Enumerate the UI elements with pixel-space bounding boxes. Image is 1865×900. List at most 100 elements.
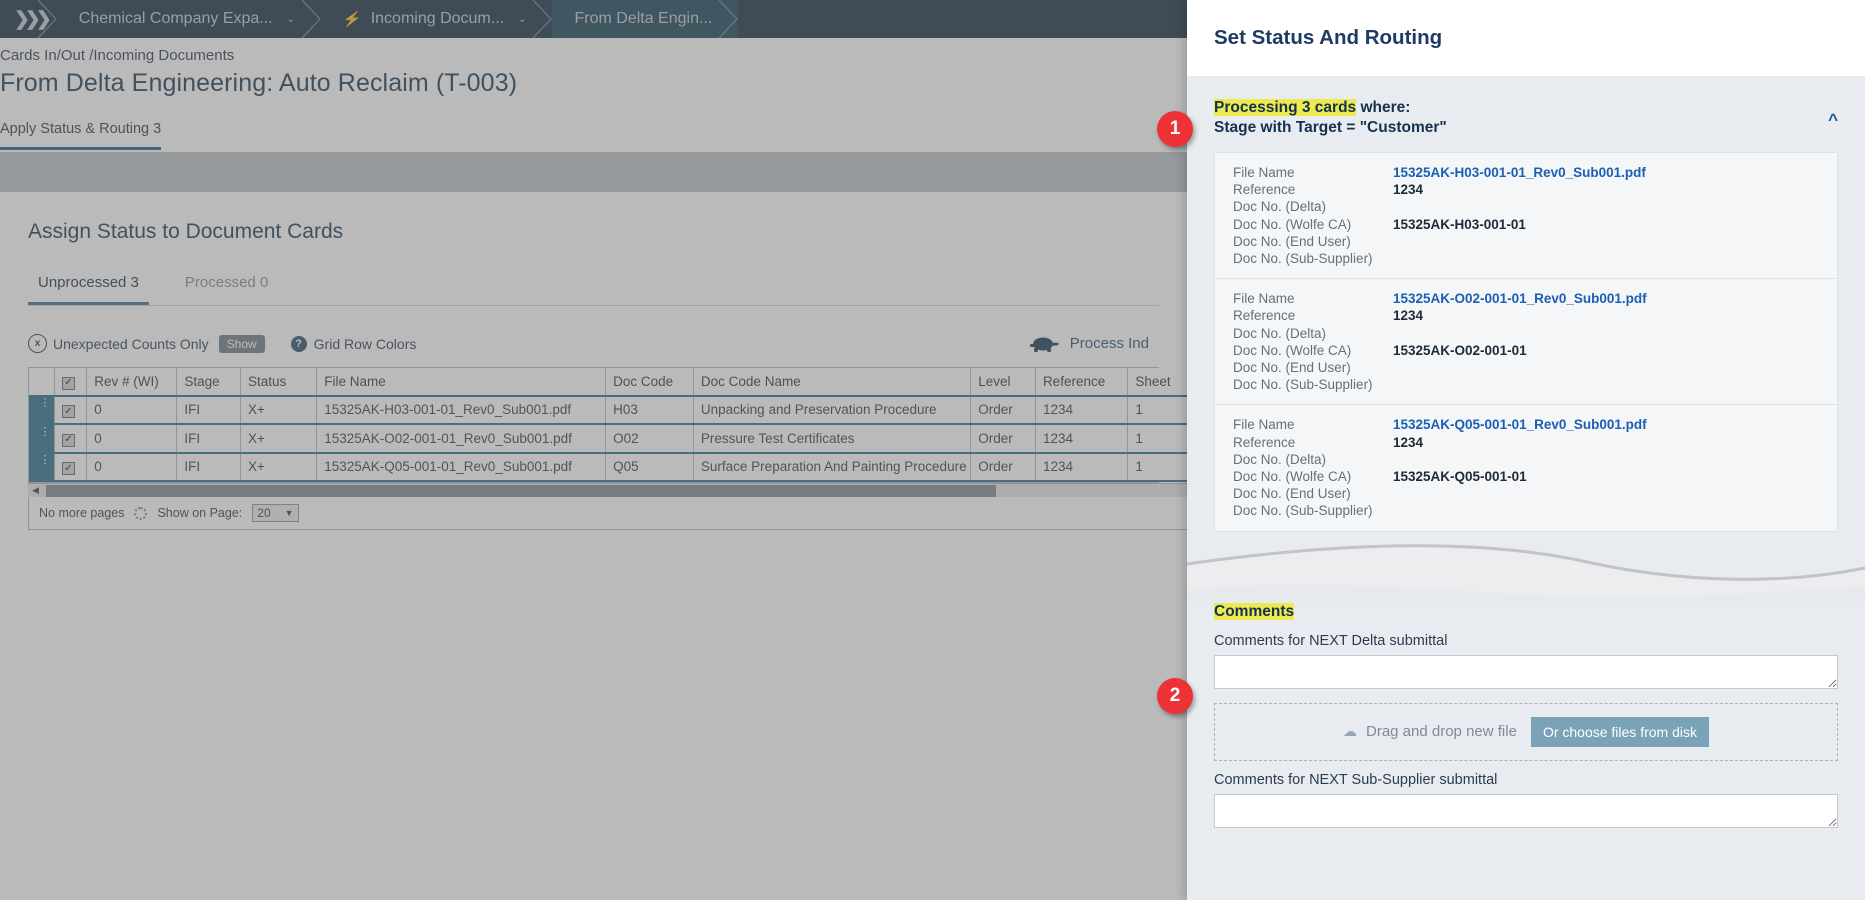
cell-level: Order [970,451,1036,482]
choose-files-button[interactable]: Or choose files from disk [1530,716,1709,747]
delta-comments-input[interactable] [1214,654,1838,689]
cell-level: Order [970,423,1036,454]
row-checkbox[interactable]: ✓ [61,433,75,447]
th-doc-code[interactable]: Doc Code [605,368,694,396]
th-sheet[interactable]: Sheet [1127,368,1187,396]
unexpected-counts-label: Unexpected Counts Only [53,335,209,352]
row-drag-handle[interactable]: ⋮ [29,451,55,482]
scrollbar-thumb[interactable] [46,485,996,497]
table-body: ⋮ ✓ 0 IFI X+ 15325AK-H03-001-01_Rev0_Sub… [29,394,1187,482]
breadcrumb-item-incoming-documents[interactable]: ⚡ Incoming Docum... ⌄ [321,0,553,38]
value-file-name[interactable]: 15325AK-Q05-001-01_Rev0_Sub001.pdf [1393,416,1647,433]
document-cards-table: ✓ Rev # (WI) Stage Status File Name Doc … [29,368,1187,482]
help-icon[interactable]: ? [290,335,307,352]
show-toggle-button[interactable]: Show [218,334,265,353]
data-grid: ✓ Rev # (WI) Stage Status File Name Doc … [28,367,1187,483]
breadcrumb-item-project[interactable]: Chemical Company Expa... ⌄ [57,0,321,38]
sub-supplier-comments-input[interactable] [1214,793,1838,828]
cell-stage: IFI [176,394,241,425]
cell-sheet: 1 [1127,451,1187,482]
label-reference: Reference [1233,434,1296,450]
scroll-left-arrow[interactable]: ◀ [32,485,39,496]
chevron-up-icon[interactable]: ^ [1828,98,1838,130]
crumb-separator [533,0,553,38]
home-nav-button[interactable]: ❯❯❯ [0,0,57,38]
th-select-all[interactable]: ✓ [54,368,88,396]
cell-status: X+ [240,451,318,482]
row-checkbox-cell[interactable]: ✓ [54,451,88,482]
comments-section: Comments Comments for NEXT Delta submitt… [1187,602,1865,828]
select-all-checkbox[interactable]: ✓ [61,376,75,390]
cell-doc-code: O02 [605,423,694,454]
cell-status: X+ [240,394,318,425]
chevron-down-icon[interactable]: ▼ [285,508,294,518]
page-title: From Delta Engineering: Auto Reclaim (T-… [0,69,518,97]
breadcrumb-navbar: ❯❯❯ Chemical Company Expa... ⌄ ⚡ Incomin… [0,0,1187,38]
torn-page-divider [1187,538,1865,602]
file-dropzone[interactable]: ☁ Drag and drop new file Or choose files… [1214,702,1838,761]
breadcrumb-label: From Delta Engin... [574,10,713,27]
annotation-badge-2: 2 [1157,678,1193,714]
processing-condition: Stage with Target = "Customer" [1214,119,1447,136]
refresh-icon[interactable] [134,506,148,520]
processing-where-text: where: [1356,99,1411,116]
th-level[interactable]: Level [970,368,1036,396]
doc-card: File Name 15325AK-O02-001-01_Rev0_Sub001.… [1215,279,1837,406]
row-checkbox-cell[interactable]: ✓ [54,423,88,454]
th-file-name[interactable]: File Name [316,368,607,396]
label-doc-no-end-user: Doc No. (End User) [1233,233,1351,249]
th-stage[interactable]: Stage [176,368,241,396]
row-drag-handle[interactable]: ⋮ [29,423,55,454]
chevron-down-icon[interactable]: ⌄ [518,14,526,25]
subnav-apply-status-routing[interactable]: Apply Status & Routing 3 [0,121,162,150]
value-reference: 1234 [1393,182,1424,198]
crumb-separator [37,0,58,38]
row-drag-handle[interactable]: ⋮ [29,394,55,425]
section-heading: Assign Status to Document Cards [28,220,344,243]
processing-card-list: File Name 15325AK-H03-001-01_Rev0_Sub001.… [1214,152,1838,532]
upload-cloud-icon: ☁ [1343,723,1357,740]
label-doc-no-end-user: Doc No. (End User) [1233,486,1351,502]
breadcrumb-item-from-delta[interactable]: From Delta Engin... [552,0,739,38]
breadcrumb-path: Cards In/Out /Incoming Documents [0,47,235,64]
horizontal-scrollbar[interactable]: ◀ [28,483,1187,497]
show-on-page-select[interactable]: 20 ▼ [252,504,299,522]
tab-processed[interactable]: Processed 0 [175,274,278,305]
app-root: ❯❯❯ Chemical Company Expa... ⌄ ⚡ Incomin… [0,0,1865,900]
cell-file-name: 15325AK-Q05-001-01_Rev0_Sub001.pdf [316,451,607,482]
th-handle [29,368,55,396]
cell-reference: 1234 [1035,423,1129,454]
value-file-name[interactable]: 15325AK-O02-001-01_Rev0_Sub001.pdf [1393,290,1647,307]
show-on-page-label: Show on Page: [157,506,243,520]
grid-row-colors-link[interactable]: Grid Row Colors [314,336,417,352]
process-indicator-label: Process Ind [1069,335,1149,352]
th-status[interactable]: Status [240,368,318,396]
label-doc-no-delta: Doc No. (Delta) [1233,325,1327,341]
cell-reference: 1234 [1035,451,1129,482]
th-reference[interactable]: Reference [1035,368,1129,396]
label-doc-no-wolfe: Doc No. (Wolfe CA) [1233,342,1352,358]
comments-heading: Comments [1214,602,1295,620]
th-rev[interactable]: Rev # (WI) [86,368,178,396]
tab-bar: Unprocessed 3 Processed 0 [28,274,1159,306]
process-indicator[interactable]: Process Ind [1026,335,1159,353]
value-file-name[interactable]: 15325AK-H03-001-01_Rev0_Sub001.pdf [1393,164,1646,181]
value-doc-no-wolfe: 15325AK-Q05-001-01 [1393,469,1527,485]
dropzone-label: ☁ Drag and drop new file [1343,723,1517,740]
th-doc-code-name[interactable]: Doc Code Name [693,368,972,396]
row-checkbox-cell[interactable]: ✓ [54,394,88,425]
row-checkbox[interactable]: ✓ [61,405,75,418]
value-doc-no-wolfe: 15325AK-H03-001-01 [1393,216,1526,232]
tab-unprocessed[interactable]: Unprocessed 3 [28,274,149,305]
label-doc-no-sub-supplier: Doc No. (Sub-Supplier) [1233,503,1373,519]
table-row[interactable]: ⋮ ✓ 0 IFI X+ 15325AK-H03-001-01_Rev0_Sub… [29,394,1187,425]
chevron-down-icon[interactable]: ⌄ [287,14,295,25]
breadcrumb-label: Incoming Docum... [370,10,505,27]
table-row[interactable]: ⋮ ✓ 0 IFI X+ 15325AK-Q05-001-01_Rev0_Sub… [29,451,1187,482]
crumb-separator [302,0,322,38]
grid-footer: No more pages Show on Page: 20 ▼ [28,497,1187,530]
table-row[interactable]: ⋮ ✓ 0 IFI X+ 15325AK-O02-001-01_Rev0_Sub… [29,423,1187,454]
cell-doc-code-name: Unpacking and Preservation Procedure [693,394,972,425]
row-checkbox[interactable]: ✓ [61,462,75,475]
crumb-separator [719,0,739,38]
